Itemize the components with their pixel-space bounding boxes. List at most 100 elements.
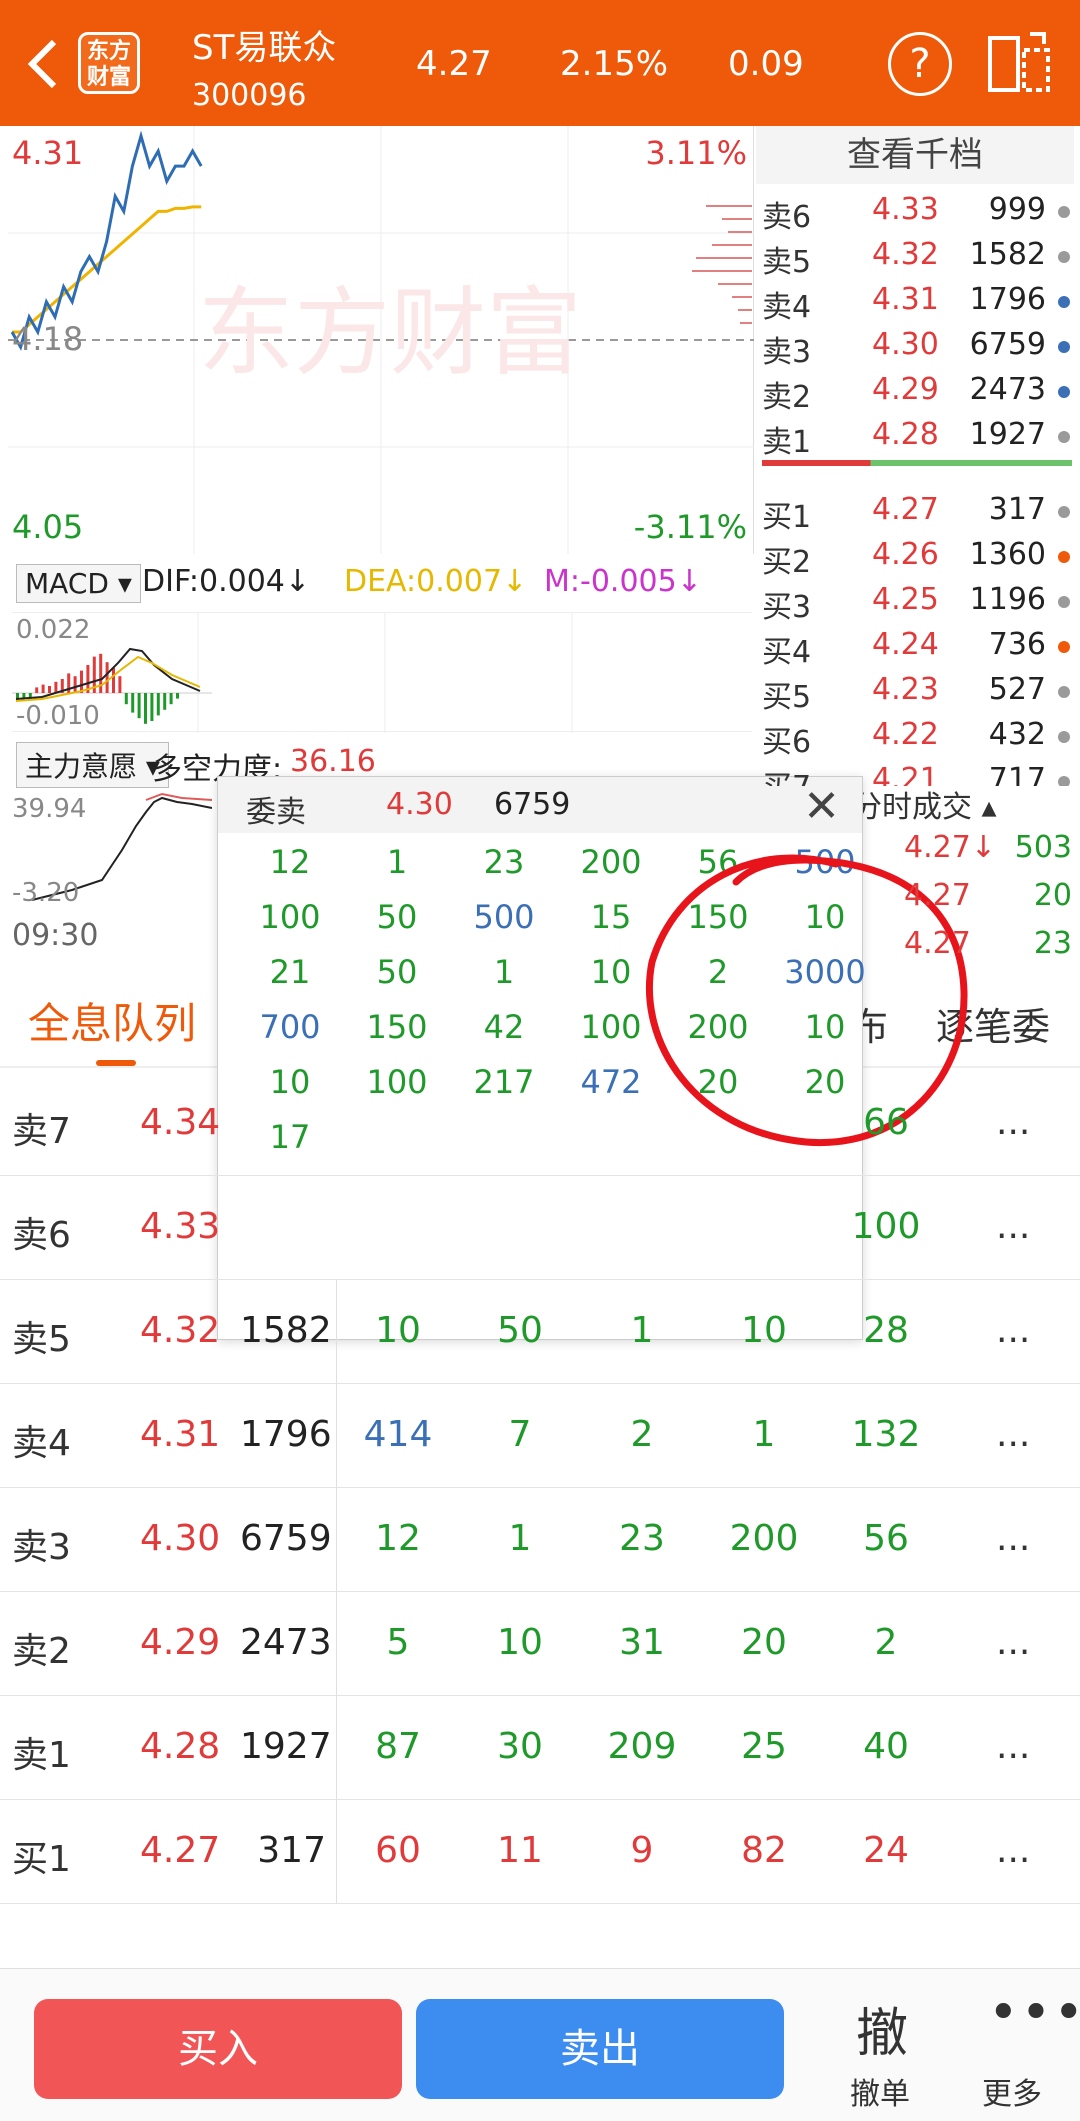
queue-order-cell[interactable]: 2	[836, 1622, 936, 1663]
queue-more-icon[interactable]: ...	[996, 1206, 1030, 1247]
bid-row[interactable]: 买7 4.21 717	[762, 758, 1074, 786]
queue-more-icon[interactable]: ...	[996, 1310, 1030, 1351]
layout-switch-icon[interactable]	[986, 30, 1052, 96]
queue-order-cell[interactable]: 60	[348, 1830, 448, 1871]
queue-order-cell[interactable]: 87	[348, 1726, 448, 1767]
close-icon[interactable]: ✕	[803, 781, 840, 832]
sell-button[interactable]: 卖出	[416, 1999, 784, 2099]
buy-button[interactable]: 买入	[34, 1999, 402, 2099]
bid-price: 4.22	[872, 717, 939, 752]
cancel-order-label[interactable]: 撤单	[850, 2069, 910, 2113]
queue-order-cell[interactable]: 23	[592, 1518, 692, 1559]
ask-row[interactable]: 卖2 4.29 2473	[762, 368, 1074, 415]
bid-row[interactable]: 买4 4.24 736	[762, 623, 1074, 670]
bid-volume: 432	[988, 717, 1046, 752]
ask-row[interactable]: 卖5 4.32 1582	[762, 233, 1074, 280]
queue-more-icon[interactable]: ...	[996, 1102, 1030, 1143]
queue-more-icon[interactable]: ...	[996, 1622, 1030, 1663]
chart-mid-label: 4.18	[12, 320, 84, 358]
force-chart[interactable]: 39.94 -3.20	[12, 790, 213, 910]
queue-row[interactable]: 卖2 4.29 2473 5 10 31 20 2...	[0, 1592, 1080, 1696]
macd-bar	[163, 693, 167, 710]
queue-order-cell[interactable]: 40	[836, 1726, 936, 1767]
queue-order-cell[interactable]: 31	[592, 1622, 692, 1663]
queue-order-cell[interactable]: 7	[470, 1414, 570, 1455]
tab-tick-orders[interactable]: 逐笔委	[936, 996, 1050, 1051]
queue-order-cell[interactable]: 1	[592, 1310, 692, 1351]
bid-level-label: 买4	[762, 635, 812, 670]
order-dot-icon	[1058, 341, 1070, 353]
bid-price: 4.24	[872, 627, 939, 662]
queue-order-cell[interactable]: 414	[348, 1414, 448, 1455]
macd-chart[interactable]: 0.022 -0.010	[12, 612, 752, 733]
queue-order-cell[interactable]: 2	[592, 1414, 692, 1455]
bid-row[interactable]: 买3 4.25 1196	[762, 578, 1074, 625]
queue-order-cell[interactable]: 5	[348, 1622, 448, 1663]
ask-row[interactable]: 卖6 4.33 999	[762, 188, 1074, 235]
queue-row[interactable]: 卖7 4.34 66...	[0, 1072, 1080, 1176]
cancel-order-icon[interactable]: 撤	[856, 1991, 908, 2066]
tab-full-queue[interactable]: 全息队列	[28, 990, 196, 1051]
force-selector[interactable]: 主力意愿 ▾	[16, 742, 169, 788]
queue-order-cell[interactable]: 200	[714, 1518, 814, 1559]
queue-order-cell[interactable]: 28	[836, 1310, 936, 1351]
queue-order-cell[interactable]: 10	[714, 1310, 814, 1351]
view-depth-button[interactable]: 查看千档	[756, 126, 1074, 184]
help-icon[interactable]: ?	[888, 32, 952, 96]
queue-order-cell[interactable]: 100	[836, 1206, 936, 1247]
queue-order-cell[interactable]: 24	[836, 1830, 936, 1871]
more-icon[interactable]: •••	[988, 1983, 1080, 2043]
queue-row[interactable]: 买1 4.27 317 60 11 9 82 24...	[0, 1800, 1080, 1904]
macd-selector[interactable]: MACD ▾	[16, 564, 141, 603]
bid-level-label: 买2	[762, 545, 812, 580]
intraday-chart[interactable]: 东方财富 4.31 4.18 4.05 3.11% -3.11%	[8, 126, 754, 554]
ask-volume: 6759	[969, 327, 1046, 362]
popup-order-cell: 500	[473, 898, 535, 936]
macd-bar	[35, 687, 39, 693]
queue-order-cell[interactable]: 50	[470, 1310, 570, 1351]
queue-order-cell[interactable]: 25	[714, 1726, 814, 1767]
bid-price: 4.27	[872, 492, 939, 527]
back-arrow-icon[interactable]	[22, 36, 62, 92]
queue-row[interactable]: 卖3 4.30 6759 12 1 23 200 56...	[0, 1488, 1080, 1592]
column-divider	[336, 1384, 337, 1488]
queue-row[interactable]: 卖4 4.31 1796 414 7 2 1 132...	[0, 1384, 1080, 1488]
queue-order-cell[interactable]: 11	[470, 1830, 570, 1871]
chart-high-label: 4.31	[12, 134, 84, 172]
queue-order-cell[interactable]: 20	[714, 1622, 814, 1663]
bid-row[interactable]: 买2 4.26 1360	[762, 533, 1074, 580]
queue-order-cell[interactable]: 30	[470, 1726, 570, 1767]
ask-row[interactable]: 卖1 4.28 1927	[762, 413, 1074, 460]
bid-row[interactable]: 买1 4.27 317	[762, 488, 1074, 535]
queue-more-icon[interactable]: ...	[996, 1518, 1030, 1559]
queue-order-cell[interactable]: 1	[714, 1414, 814, 1455]
queue-row[interactable]: 卖5 4.32 1582 10 50 1 10 28...	[0, 1280, 1080, 1384]
queue-row[interactable]: 卖6 4.33 100...	[0, 1176, 1080, 1280]
queue-order-cell[interactable]: 10	[470, 1622, 570, 1663]
queue-order-cell[interactable]: 66	[836, 1102, 936, 1143]
bid-row[interactable]: 买6 4.22 432	[762, 713, 1074, 760]
macd-bar	[176, 693, 179, 699]
queue-order-cell[interactable]: 82	[714, 1830, 814, 1871]
queue-more-icon[interactable]: ...	[996, 1414, 1030, 1455]
popup-order-cell: 10	[590, 953, 632, 991]
queue-more-icon[interactable]: ...	[996, 1726, 1030, 1767]
queue-order-cell[interactable]: 10	[348, 1310, 448, 1351]
queue-row[interactable]: 卖1 4.28 1927 87 30 209 25 40...	[0, 1696, 1080, 1800]
queue-order-cell[interactable]: 9	[592, 1830, 692, 1871]
queue-order-cell[interactable]: 209	[592, 1726, 692, 1767]
ask-row[interactable]: 卖3 4.30 6759	[762, 323, 1074, 370]
queue-order-cell[interactable]: 1	[470, 1518, 570, 1559]
macd-bar	[118, 676, 122, 693]
queue-order-cell[interactable]: 12	[348, 1518, 448, 1559]
more-label[interactable]: 更多	[982, 2069, 1042, 2113]
order-dot-icon	[1058, 296, 1070, 308]
queue-order-cell[interactable]: 56	[836, 1518, 936, 1559]
popup-title: 委卖	[246, 795, 306, 830]
ask-row[interactable]: 卖4 4.31 1796	[762, 278, 1074, 325]
bid-row[interactable]: 买5 4.23 527	[762, 668, 1074, 715]
ask-level-label: 卖6	[762, 200, 812, 235]
trades-tab[interactable]: 分时成交 ▴	[852, 782, 997, 826]
queue-more-icon[interactable]: ...	[996, 1830, 1030, 1871]
queue-order-cell[interactable]: 132	[836, 1414, 936, 1455]
